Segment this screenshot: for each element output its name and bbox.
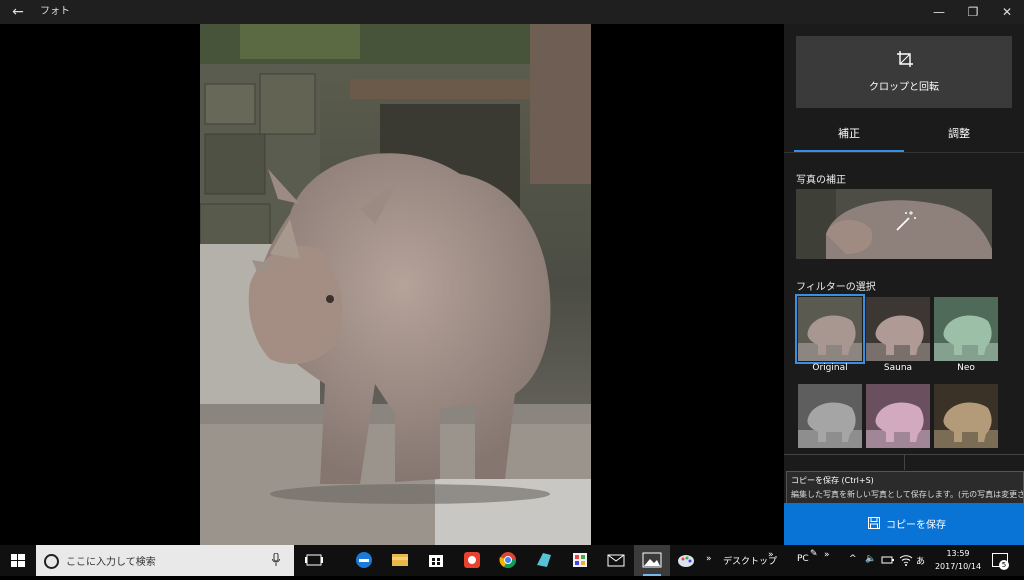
minimize-button[interactable]: — xyxy=(922,0,956,24)
tooltip-title: コピーを保存 (Ctrl+S) xyxy=(791,476,874,485)
save-copy-button[interactable]: コピーを保存 xyxy=(784,503,1024,545)
filter-neo[interactable] xyxy=(934,297,998,361)
taskbar: ここに入力して検索 » デスクトップ » PC ✎ » ^ 🔈 あ 13:59 … xyxy=(0,545,1024,576)
pinned-app-red-icon[interactable] xyxy=(461,549,483,571)
volume-icon[interactable]: 🔈 xyxy=(865,554,876,564)
panel-split xyxy=(904,454,905,470)
paint-icon[interactable] xyxy=(675,549,697,571)
notification-count-badge: 5 xyxy=(999,560,1009,570)
rhino-photo[interactable] xyxy=(200,24,591,545)
clock-date: 2017/10/14 xyxy=(934,562,982,571)
store-icon[interactable] xyxy=(425,549,447,571)
filter-6-thumbnail xyxy=(934,384,998,448)
desktop-toolbar-chevron[interactable]: » xyxy=(768,550,774,560)
taskbar-search-box[interactable]: ここに入力して検索 xyxy=(36,545,294,576)
app-title: フォト xyxy=(40,6,70,17)
photo-canvas xyxy=(0,24,784,545)
microphone-icon[interactable] xyxy=(272,553,280,566)
task-view-icon[interactable] xyxy=(303,549,325,571)
photos-icon xyxy=(642,552,662,576)
pen-icon[interactable]: ✎ xyxy=(810,549,818,559)
chrome-icon[interactable] xyxy=(497,549,519,571)
filter-4-thumbnail xyxy=(798,384,862,448)
pc-label: PC xyxy=(797,554,809,564)
search-placeholder: ここに入力して検索 xyxy=(66,557,156,568)
taskbar-chevron[interactable]: » xyxy=(706,554,712,564)
file-explorer-icon[interactable] xyxy=(389,549,411,571)
maximize-button[interactable]: ❐ xyxy=(956,0,990,24)
filter-4[interactable] xyxy=(798,384,862,448)
tab-enhance[interactable]: 補正 xyxy=(794,118,904,152)
title-bar: ← フォト — ❐ ✕ xyxy=(0,0,1024,24)
crop-rotate-label: クロップと回転 xyxy=(869,82,939,93)
save-copy-tooltip: コピーを保存 (Ctrl+S) 編集した写真を新しい写真として保存します。(元の… xyxy=(786,471,1024,505)
crop-rotate-button[interactable]: クロップと回転 xyxy=(796,36,1012,108)
cortana-icon xyxy=(44,554,59,569)
edit-panel: クロップと回転 補正 調整 写真の補正 フィルターの選択 Original Sa… xyxy=(784,24,1024,545)
filter-5-thumbnail xyxy=(866,384,930,448)
save-copy-label: コピーを保存 xyxy=(886,520,946,531)
filter-sauna-label: Sauna xyxy=(883,363,913,373)
battery-icon[interactable] xyxy=(881,554,895,566)
filter-neo-thumbnail xyxy=(934,297,998,361)
edge-browser-icon[interactable] xyxy=(353,549,375,571)
windows-start-icon[interactable] xyxy=(0,545,36,576)
tab-adjust[interactable]: 調整 xyxy=(904,118,1014,150)
filter-neo-label: Neo xyxy=(957,363,975,373)
filter-sauna-thumbnail xyxy=(866,297,930,361)
tab-divider xyxy=(784,152,1024,153)
back-arrow-icon[interactable]: ← xyxy=(6,2,30,22)
show-hidden-icons-icon[interactable]: ^ xyxy=(849,554,857,564)
enhance-heading: 写真の補正 xyxy=(796,175,846,186)
enhance-photo-thumbnail[interactable] xyxy=(796,189,992,259)
pinned-app-cyan-icon[interactable] xyxy=(533,549,555,571)
save-icon xyxy=(868,517,880,529)
crop-icon xyxy=(897,51,913,67)
filter-original-label: Original xyxy=(812,363,848,373)
filter-original-thumbnail xyxy=(798,297,862,361)
photos-app-taskbar-button[interactable] xyxy=(634,545,670,576)
mail-icon[interactable] xyxy=(605,549,627,571)
filter-original[interactable] xyxy=(795,294,865,364)
taskbar-clock[interactable]: 13:59 2017/10/14 xyxy=(931,547,985,573)
ime-mode-label[interactable]: あ xyxy=(916,554,925,567)
magic-wand-icon xyxy=(896,211,916,231)
rhino-photo-image xyxy=(200,24,591,545)
wifi-icon[interactable] xyxy=(899,554,913,566)
filter-6[interactable] xyxy=(934,384,998,448)
filter-heading: フィルターの選択 xyxy=(796,282,876,293)
filter-sauna[interactable] xyxy=(866,297,930,361)
tray-chevron[interactable]: » xyxy=(824,550,830,560)
pinned-app-grid-icon[interactable] xyxy=(569,549,591,571)
tooltip-description: 編集した写真を新しい写真として保存します。(元の写真は変更さ xyxy=(791,490,1024,499)
close-button[interactable]: ✕ xyxy=(990,0,1024,24)
filter-5[interactable] xyxy=(866,384,930,448)
clock-time: 13:59 xyxy=(946,549,970,558)
